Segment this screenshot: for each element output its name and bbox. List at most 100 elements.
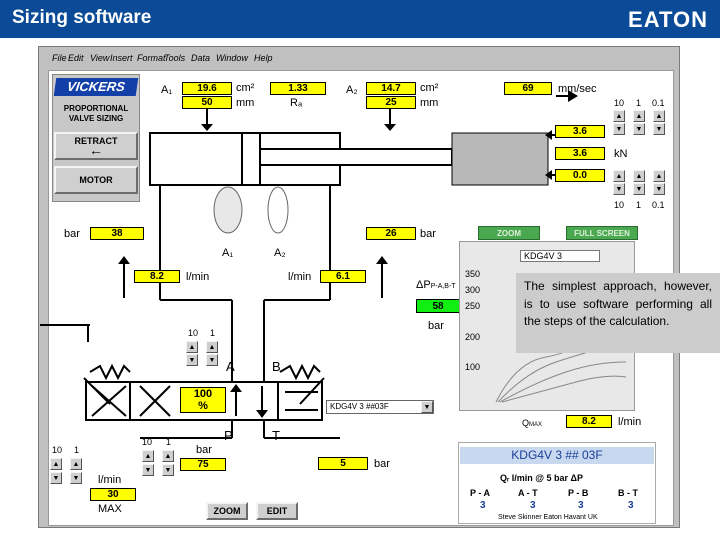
force-retract-field[interactable]: 3.6 <box>555 147 605 160</box>
spin-down-icon[interactable]: ▼ <box>653 123 665 135</box>
spin-down-icon[interactable]: ▼ <box>186 354 198 366</box>
spin-up-icon[interactable]: ▲ <box>633 170 645 182</box>
supply-pressure-field[interactable]: 75 <box>180 458 226 471</box>
spin-up-icon[interactable]: ▲ <box>70 458 82 470</box>
retract-button[interactable]: RETRACT ← <box>54 132 138 160</box>
flow-a-field[interactable]: 8.2 <box>134 270 180 283</box>
force-unit: kN <box>614 148 628 160</box>
p1-pressure-field[interactable]: 38 <box>90 227 144 240</box>
speed-field[interactable]: 69 <box>504 82 552 95</box>
flow-b-field[interactable]: 6.1 <box>320 270 366 283</box>
spin-down-icon[interactable]: ▼ <box>206 354 218 366</box>
col-b-t: B - T <box>618 488 638 498</box>
force-scale-01-bottom: 0.1 <box>652 200 665 210</box>
brand-subtitle-1: PROPORTIONAL <box>63 104 129 113</box>
p2-unit: bar <box>420 228 436 240</box>
spin-down-icon[interactable]: ▼ <box>653 183 665 195</box>
spin-up-icon[interactable]: ▲ <box>206 341 218 353</box>
explanation-callout: The simplest approach, however, is to us… <box>516 273 720 353</box>
valve-scale-1: 1 <box>210 328 216 338</box>
valve-model-select[interactable]: KDG4V 3 ##03F ▼ <box>326 400 434 414</box>
p2-pressure-field[interactable]: 26 <box>366 227 416 240</box>
value-a-t: 3 <box>530 500 536 511</box>
valve-scale-10: 10 <box>188 328 199 338</box>
area-label-a1: A₁ <box>222 247 234 259</box>
graph-zoom-button[interactable]: ZOOM <box>478 226 540 240</box>
chevron-down-icon: ▼ <box>421 401 433 413</box>
force-scale-10: 10 <box>614 98 625 108</box>
rod-unit: mm <box>420 97 439 109</box>
pump-unit: l/min <box>98 474 122 486</box>
area-ratio-field[interactable]: 1.33 <box>270 82 326 95</box>
zoom-button[interactable]: ZOOM <box>206 502 248 520</box>
opening-value: 100 <box>193 388 213 400</box>
author-credit: Steve Skinner Eaton Havant UK <box>498 514 598 521</box>
spin-down-icon[interactable]: ▼ <box>162 464 174 476</box>
value-b-t: 3 <box>628 500 634 511</box>
port-a-label: A <box>226 359 235 374</box>
rod-diameter-field[interactable]: 25 <box>366 96 416 109</box>
pump-flow-field[interactable]: 30 <box>90 488 136 501</box>
opening-unit: % <box>198 400 208 412</box>
a1-unit: cm² <box>236 82 255 94</box>
pump-scale-10: 10 <box>52 445 63 455</box>
return-pressure-field[interactable]: 5 <box>318 457 368 470</box>
spool-opening-field[interactable]: 100 % <box>180 387 226 413</box>
port-b-label: B <box>272 359 281 374</box>
spin-up-icon[interactable]: ▲ <box>633 110 645 122</box>
spin-down-icon[interactable]: ▼ <box>633 123 645 135</box>
spin-down-icon[interactable]: ▼ <box>70 472 82 484</box>
delta-p-field[interactable]: 58 <box>416 299 460 313</box>
graph-title: KDG4V 3 <box>520 250 600 262</box>
delta-p-label: ΔPP-A,B-T <box>416 279 456 291</box>
col-p-a: P - A <box>470 488 491 498</box>
dp-symbol: ΔP <box>416 279 431 291</box>
pump-max-label: MAX <box>98 503 122 515</box>
spin-up-icon[interactable]: ▲ <box>162 450 174 462</box>
col-p-b: P - B <box>568 488 589 498</box>
area-label-a2: A₂ <box>274 247 286 259</box>
port-t-label: T <box>272 428 280 443</box>
qmax-label: QMAX <box>522 418 542 428</box>
spin-up-icon[interactable]: ▲ <box>613 170 625 182</box>
spin-up-icon[interactable]: ▲ <box>653 110 665 122</box>
spin-down-icon[interactable]: ▼ <box>633 183 645 195</box>
full-screen-button[interactable]: FULL SCREEN <box>566 226 638 240</box>
spin-down-icon[interactable]: ▼ <box>613 123 625 135</box>
spin-down-icon[interactable]: ▼ <box>142 464 154 476</box>
force-extend-field[interactable]: 3.6 <box>555 125 605 138</box>
delta-p-unit: bar <box>428 320 444 332</box>
spin-up-icon[interactable]: ▲ <box>142 450 154 462</box>
edit-button[interactable]: EDIT <box>256 502 298 520</box>
force-scale-1-bottom: 1 <box>636 200 642 210</box>
qmax-field[interactable]: 8.2 <box>566 415 612 428</box>
vickers-logo: VICKERS <box>53 78 139 96</box>
bore-diameter-field[interactable]: 50 <box>182 96 232 109</box>
spin-up-icon[interactable]: ▲ <box>613 110 625 122</box>
spin-down-icon[interactable]: ▼ <box>613 183 625 195</box>
port-p-label: P <box>224 428 233 443</box>
a2-area-field[interactable]: 14.7 <box>366 82 416 95</box>
motor-button[interactable]: MOTOR <box>54 166 138 194</box>
valve-model-value: KDG4V 3 ##03F <box>330 402 389 411</box>
force-scale-1: 1 <box>636 98 642 108</box>
bore-unit: mm <box>236 97 255 109</box>
value-p-b: 3 <box>578 500 584 511</box>
qmax-subscript: MAX <box>529 422 543 428</box>
spin-up-icon[interactable]: ▲ <box>186 341 198 353</box>
valve-table-subheader: Qᵣ l/min @ 5 bar ΔP <box>500 473 584 483</box>
dp-subscript: P-A,B-T <box>430 283 456 290</box>
graph-y-tick: 200 <box>465 332 481 342</box>
valve-table-title: KDG4V 3 ## 03F <box>460 447 654 464</box>
a2-label: A₂ <box>346 84 358 96</box>
spin-up-icon[interactable]: ▲ <box>50 458 62 470</box>
ratio-label: Rₐ <box>290 97 303 109</box>
supply-scale-10: 10 <box>142 437 153 447</box>
force-load-field[interactable]: 0.0 <box>555 169 605 182</box>
spin-down-icon[interactable]: ▼ <box>50 472 62 484</box>
a1-area-field[interactable]: 19.6 <box>182 82 232 95</box>
p1-unit: bar <box>64 228 80 240</box>
spin-up-icon[interactable]: ▲ <box>653 170 665 182</box>
force-scale-01: 0.1 <box>652 98 665 108</box>
force-scale-10-bottom: 10 <box>614 200 625 210</box>
